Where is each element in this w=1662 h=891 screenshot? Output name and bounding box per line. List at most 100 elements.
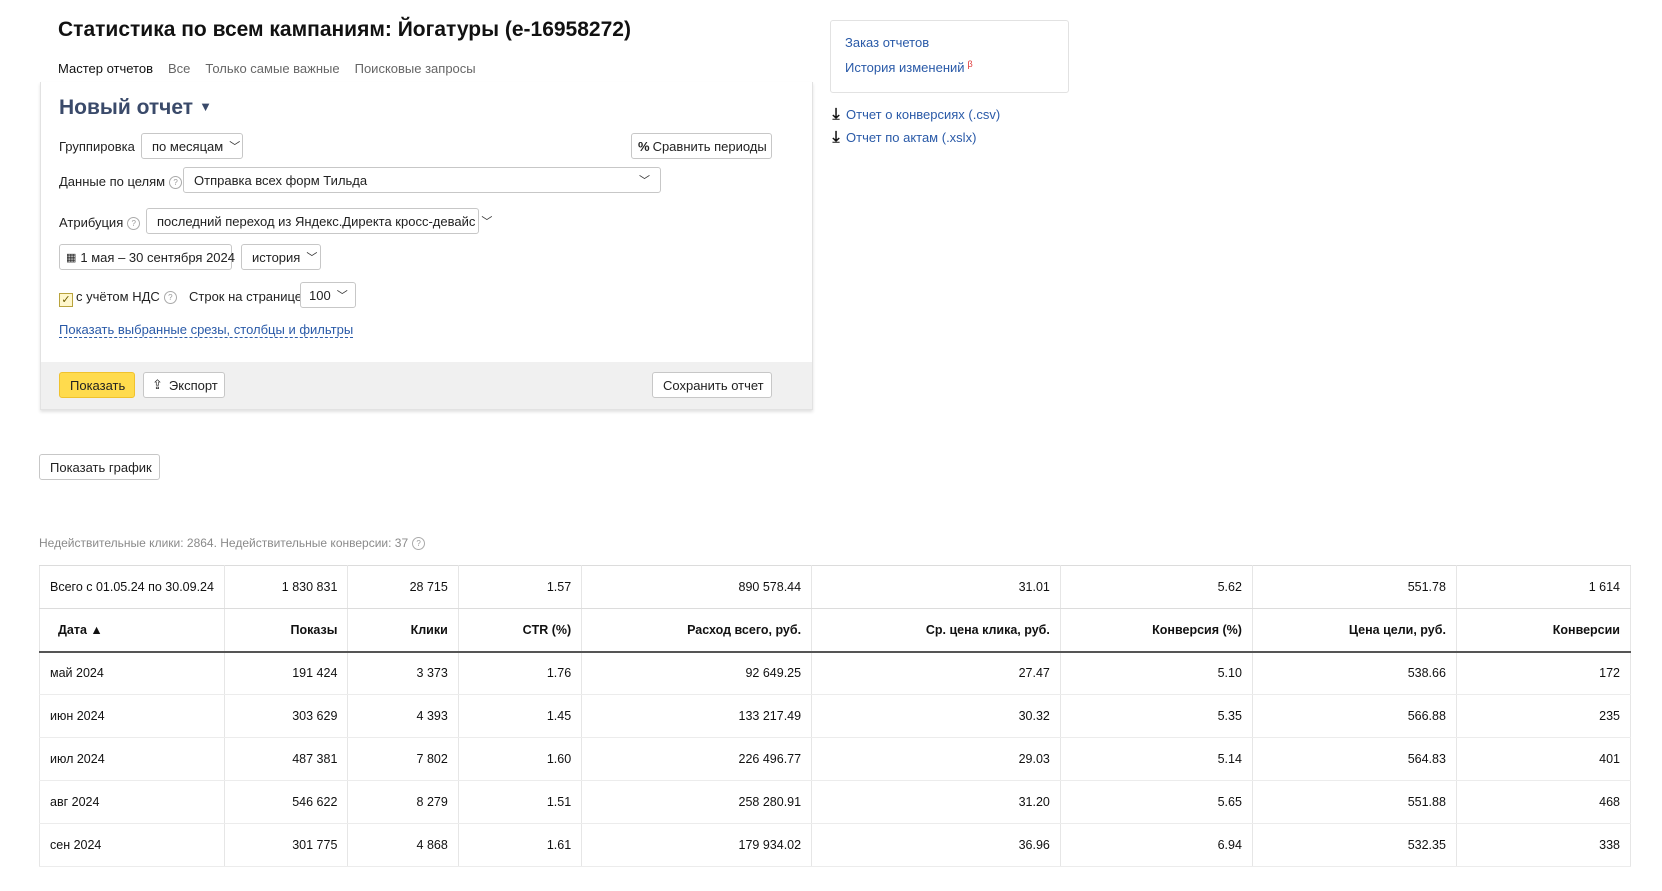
attribution-label-text: Атрибуция <box>59 215 124 230</box>
help-icon[interactable]: ? <box>127 217 141 230</box>
column-header-clicks[interactable]: Клики <box>347 608 459 653</box>
total-goal-cost: 551.78 <box>1252 565 1457 609</box>
column-header-ctr[interactable]: CTR (%) <box>458 608 583 653</box>
rows-per-page-value: 100 <box>309 287 331 303</box>
cell-impressions: 191 424 <box>224 651 349 695</box>
total-date: Всего с 01.05.24 по 30.09.24 <box>39 565 225 609</box>
help-icon[interactable]: ? <box>169 176 183 189</box>
conversions-csv-download[interactable]: ⤓ Отчет о конверсиях (.csv) <box>830 106 1000 124</box>
show-slices-link[interactable]: Показать выбранные срезы, столбцы и филь… <box>59 322 354 338</box>
cell-goal-cost: 551.88 <box>1252 780 1457 824</box>
goals-select[interactable]: Отправка всех форм Тильда ﹀ <box>183 167 661 193</box>
conversions-csv-label: Отчет о конверсиях (.csv) <box>846 107 1001 122</box>
export-icon: ⇪ <box>152 377 163 392</box>
panel-footer: Показать ⇪ Экспорт Сохранить отчет <box>41 362 812 409</box>
table-row: авг 2024 546 622 8 279 1.51 258 280.91 31.20 5… <box>39 780 1631 824</box>
cell-spend: 226 496.77 <box>581 737 813 781</box>
help-icon[interactable]: ? <box>163 291 177 304</box>
side-links-box: Заказ отчетов История изменений β <box>830 20 1069 93</box>
total-impressions: 1 830 831 <box>224 565 349 609</box>
show-slices-link-wrap: Показать выбранные срезы, столбцы и филь… <box>59 321 354 339</box>
cell-avg-cpc: 27.47 <box>811 651 1061 695</box>
cell-avg-cpc: 29.03 <box>811 737 1061 781</box>
history-changes-link[interactable]: История изменений <box>845 60 965 75</box>
help-icon[interactable]: ? <box>412 537 426 550</box>
report-title-dropdown[interactable]: Новый отчет ▼ <box>59 96 212 120</box>
cell-clicks: 7 802 <box>347 737 459 781</box>
save-report-button[interactable]: Сохранить отчет <box>652 372 772 398</box>
vat-checkbox[interactable]: ✓ <box>59 293 73 307</box>
tab-search-queries[interactable]: Поисковые запросы <box>355 61 476 84</box>
percent-icon: % <box>638 138 650 154</box>
cell-clicks: 3 373 <box>347 651 459 695</box>
totals-row: Всего с 01.05.24 по 30.09.24 1 830 831 28 … <box>39 565 1631 609</box>
total-spend: 890 578.44 <box>581 565 813 609</box>
column-header-spend[interactable]: Расход всего, руб. <box>581 608 813 653</box>
vat-checkbox-group[interactable]: ✓ с учётом НДС? <box>59 289 177 307</box>
report-tabs: Мастер отчетов Все Только самые важные П… <box>58 61 476 84</box>
grouping-label: Группировка <box>59 139 135 154</box>
history-value: история <box>252 249 301 265</box>
history-select[interactable]: история ﹀ <box>241 244 321 270</box>
cell-conversions: 401 <box>1456 737 1631 781</box>
chevron-down-icon: ﹀ <box>336 290 348 302</box>
cell-conversions: 172 <box>1456 651 1631 695</box>
export-button[interactable]: ⇪ Экспорт <box>143 372 225 398</box>
acts-xlsx-label: Отчет по актам (.xslx) <box>846 130 977 145</box>
acts-xlsx-download[interactable]: ⤓ Отчет по актам (.xslx) <box>830 129 976 147</box>
cell-avg-cpc: 30.32 <box>811 694 1061 738</box>
cell-date: сен 2024 <box>39 823 225 867</box>
cell-conversions: 235 <box>1456 694 1631 738</box>
rows-per-page-select[interactable]: 100 ﹀ <box>300 282 356 308</box>
download-icon: ⤓ <box>832 129 840 146</box>
cell-impressions: 301 775 <box>224 823 349 867</box>
cell-date: авг 2024 <box>39 780 225 824</box>
table-row: июл 2024 487 381 7 802 1.60 226 496.77 29.03 5… <box>39 737 1631 781</box>
goals-value: Отправка всех форм Тильда <box>194 172 368 188</box>
column-header-conversions[interactable]: Конверсии <box>1456 608 1631 653</box>
cell-conversion-rate: 6.94 <box>1060 823 1253 867</box>
show-chart-button[interactable]: Показать график <box>39 454 160 480</box>
report-title-text: Новый отчет <box>59 96 194 119</box>
cell-date: июл 2024 <box>39 737 225 781</box>
cell-ctr: 1.61 <box>458 823 583 867</box>
cell-ctr: 1.76 <box>458 651 583 695</box>
column-header-impressions[interactable]: Показы <box>224 608 349 653</box>
cell-goal-cost: 564.83 <box>1252 737 1457 781</box>
page-title: Статистика по всем кампаниям: Йогатуры (… <box>58 18 631 41</box>
cell-goal-cost: 566.88 <box>1252 694 1457 738</box>
grouping-select[interactable]: по месяцам ﹀ <box>141 133 243 159</box>
cell-conversions: 468 <box>1456 780 1631 824</box>
tab-all[interactable]: Все <box>168 61 190 84</box>
table-row: июн 2024 303 629 4 393 1.45 133 217.49 30.32 5… <box>39 694 1631 738</box>
cell-conversion-rate: 5.14 <box>1060 737 1253 781</box>
total-ctr: 1.57 <box>458 565 583 609</box>
show-button[interactable]: Показать <box>59 372 135 398</box>
stats-table: Всего с 01.05.24 по 30.09.24 1 830 831 28 … <box>39 565 1631 867</box>
column-header-goal-cost[interactable]: Цена цели, руб. <box>1252 608 1457 653</box>
cell-conversion-rate: 5.65 <box>1060 780 1253 824</box>
invalid-clicks-text: Недействительные клики: 2864. Недействит… <box>39 536 409 550</box>
column-header-conversion-rate[interactable]: Конверсия (%) <box>1060 608 1253 653</box>
compare-periods-button[interactable]: % Сравнить периоды <box>631 133 772 159</box>
total-avg-cpc: 31.01 <box>811 565 1061 609</box>
cell-impressions: 546 622 <box>224 780 349 824</box>
cell-ctr: 1.45 <box>458 694 583 738</box>
tab-report-master[interactable]: Мастер отчетов <box>58 61 153 84</box>
column-header-date[interactable]: Дата ▲ <box>39 608 225 653</box>
chevron-down-icon: ﹀ <box>229 141 241 153</box>
tab-most-important[interactable]: Только самые важные <box>205 61 339 84</box>
compare-periods-label: Сравнить периоды <box>652 138 767 154</box>
grouping-value: по месяцам <box>152 138 224 154</box>
history-changes-wrap: История изменений β <box>845 59 973 77</box>
cell-avg-cpc: 31.20 <box>811 780 1061 824</box>
export-label: Экспорт <box>168 377 218 393</box>
cell-goal-cost: 532.35 <box>1252 823 1457 867</box>
column-header-avg-cpc[interactable]: Ср. цена клика, руб. <box>811 608 1061 653</box>
date-range-picker[interactable]: ▦ 1 мая – 30 сентября 2024 <box>59 244 235 270</box>
total-conversion-rate: 5.62 <box>1060 565 1253 609</box>
caret-down-icon: ▼ <box>199 99 212 114</box>
cell-clicks: 4 868 <box>347 823 459 867</box>
attribution-select[interactable]: последний переход из Яндекс.Директа крос… <box>146 208 492 234</box>
order-reports-link[interactable]: Заказ отчетов <box>845 35 929 50</box>
